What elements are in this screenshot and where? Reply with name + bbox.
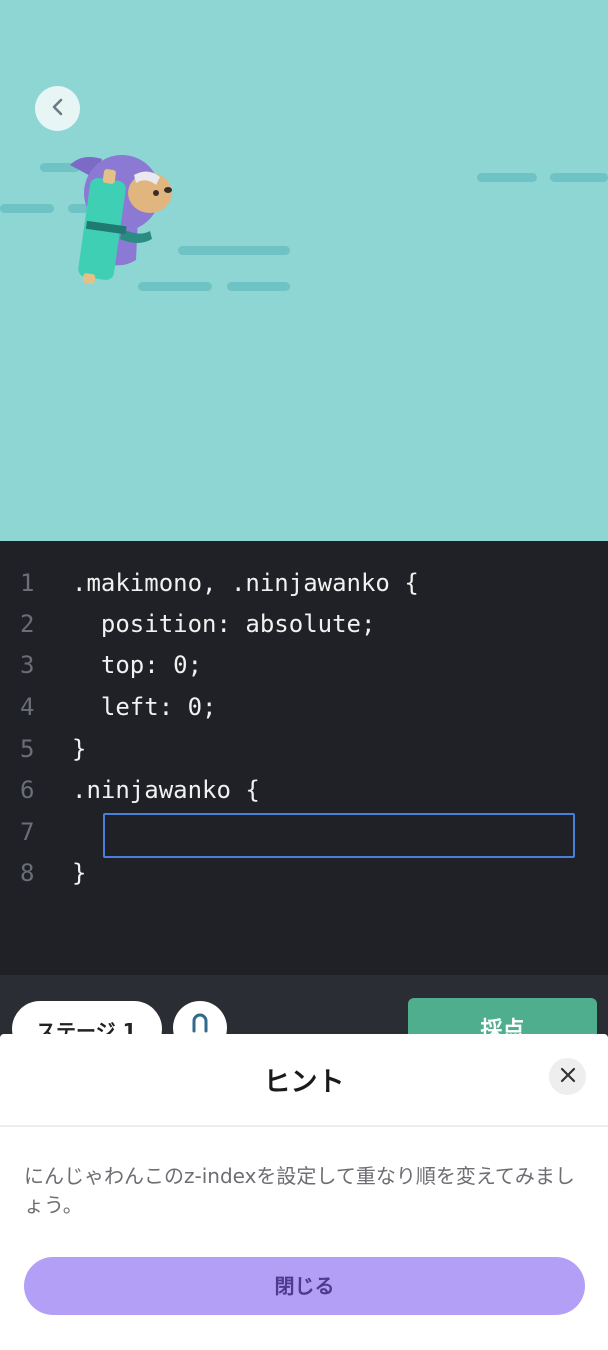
- speed-line: [550, 173, 608, 182]
- line-number: 7: [20, 818, 35, 846]
- code-text: top: 0;: [72, 651, 203, 679]
- code-line: 1 .makimono, .ninjawanko {: [0, 563, 608, 604]
- code-editor: 1 .makimono, .ninjawanko { 2 position: a…: [0, 541, 608, 975]
- stage-selector[interactable]: ステージ 1: [12, 1001, 162, 1037]
- close-icon: [560, 1067, 576, 1087]
- line-number: 4: [20, 693, 35, 721]
- code-text: .ninjawanko {: [72, 776, 260, 804]
- line-number: 2: [20, 610, 35, 638]
- line-number: 8: [20, 859, 35, 887]
- close-button[interactable]: [549, 1058, 586, 1095]
- line-number: 3: [20, 651, 35, 679]
- hint-message: にんじゃわんこのz-indexを設定して重なり順を変えてみましょう。: [24, 1164, 575, 1217]
- sheet-title: ヒント: [263, 1067, 345, 1098]
- code-line: 5 }: [0, 729, 608, 770]
- chevron-left-icon: [47, 96, 69, 122]
- back-button[interactable]: [35, 86, 80, 131]
- hint-sheet: ヒント にんじゃわんこのz-indexを設定して重なり順を変えてみましょう。 閉…: [0, 1034, 608, 1350]
- hint-button[interactable]: [173, 1001, 227, 1037]
- game-scene: [0, 0, 608, 541]
- close-sheet-button[interactable]: 閉じる: [24, 1257, 585, 1315]
- line-number: 5: [20, 735, 35, 763]
- code-line: 6 .ninjawanko {: [0, 770, 608, 811]
- code-text: left: 0;: [72, 693, 217, 721]
- line-number: 6: [20, 776, 35, 804]
- code-line: 2 position: absolute;: [0, 604, 608, 645]
- lightbulb-icon: [186, 1009, 214, 1037]
- code-line: 3 top: 0;: [0, 645, 608, 686]
- code-line: 4 left: 0;: [0, 687, 608, 728]
- speed-line: [227, 282, 290, 291]
- code-line: 8 }: [0, 853, 608, 894]
- speed-line: [178, 246, 290, 255]
- code-text: position: absolute;: [72, 610, 376, 638]
- speed-line: [0, 204, 54, 213]
- line-number: 1: [20, 569, 35, 597]
- code-text: }: [72, 735, 87, 763]
- speed-line: [477, 173, 537, 182]
- bottom-toolbar: ステージ 1 採点: [0, 975, 608, 1037]
- grade-button[interactable]: 採点: [408, 998, 597, 1037]
- divider: [0, 1125, 608, 1127]
- code-text: .makimono, .ninjawanko {: [72, 569, 419, 597]
- code-text: }: [72, 859, 87, 887]
- ninjawanko-character: [70, 155, 172, 285]
- css-answer-input[interactable]: [103, 813, 575, 858]
